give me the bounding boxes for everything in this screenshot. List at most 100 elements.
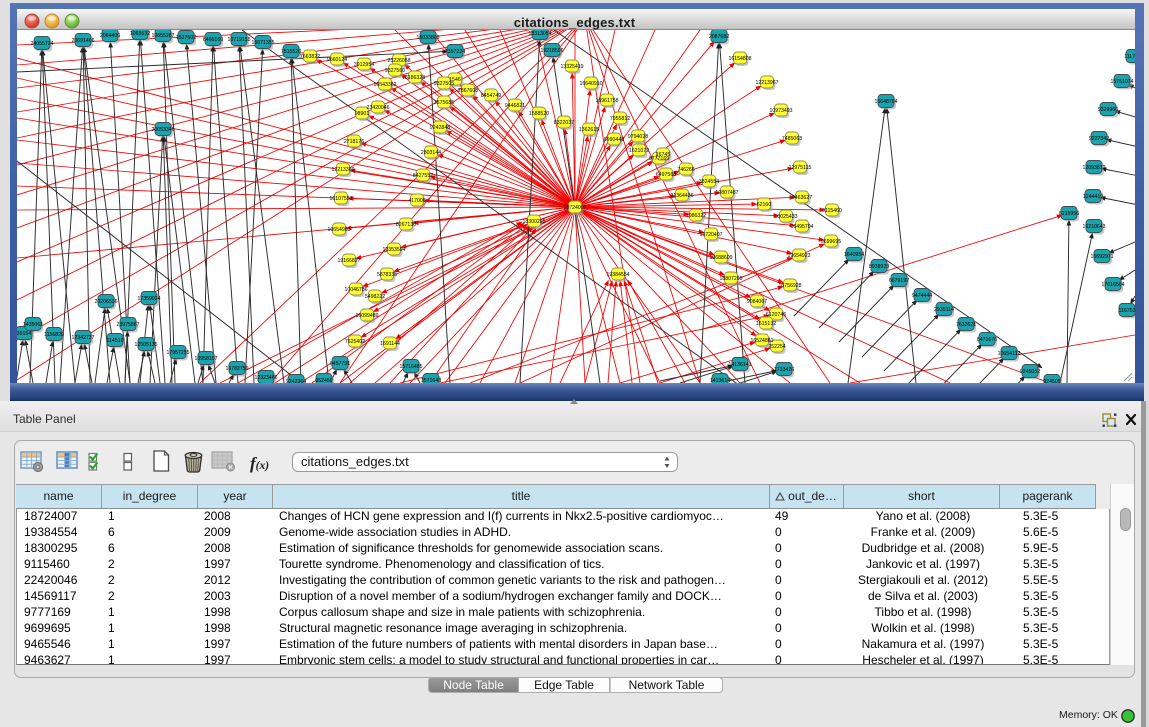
svg-text:952450: 952450: [315, 378, 332, 383]
svg-text:16671355: 16671355: [251, 40, 274, 46]
svg-text:24055724: 24055724: [30, 41, 53, 47]
svg-text:1615132: 1615132: [756, 321, 776, 327]
svg-text:15716485: 15716485: [399, 364, 422, 370]
svg-text:417006: 417006: [408, 198, 425, 204]
svg-text:12213369: 12213369: [331, 167, 354, 173]
svg-text:19654923: 19654923: [787, 253, 810, 259]
svg-text:19218506: 19218506: [540, 48, 563, 54]
svg-text:1065532: 1065532: [130, 31, 150, 37]
svg-text:114519: 114519: [107, 338, 124, 344]
svg-text:6120746: 6120746: [766, 312, 786, 318]
svg-text:39154: 39154: [17, 331, 31, 337]
svg-text:7632621: 7632621: [956, 322, 976, 328]
svg-text:10654983: 10654983: [327, 227, 350, 233]
svg-text:17016504: 17016504: [1101, 282, 1124, 288]
svg-text:23975867: 23975867: [116, 322, 139, 328]
svg-text:9699695: 9699695: [821, 239, 841, 245]
svg-text:9327505: 9327505: [434, 81, 454, 87]
svg-text:16648794: 16648794: [874, 99, 897, 105]
svg-text:9794028: 9794028: [628, 134, 648, 140]
svg-text:8471676: 8471676: [977, 337, 997, 343]
svg-text:16154808: 16154808: [728, 56, 751, 62]
svg-text:6497568: 6497568: [656, 172, 676, 178]
svg-text:1588520: 1588520: [529, 111, 549, 117]
svg-text:252254: 252254: [768, 344, 785, 350]
svg-text:16495794: 16495794: [790, 224, 813, 230]
svg-text:16033809: 16033809: [416, 35, 439, 41]
svg-text:9329966: 9329966: [1098, 107, 1118, 113]
svg-text:16099489: 16099489: [355, 313, 378, 319]
svg-text:1156829: 1156829: [44, 332, 64, 338]
svg-text:9327560: 9327560: [385, 68, 405, 74]
svg-text:6466160: 6466160: [203, 37, 223, 43]
svg-text:9446821: 9446821: [505, 103, 525, 109]
svg-text:10973493: 10973493: [769, 108, 792, 114]
svg-text:20206536: 20206536: [94, 299, 117, 305]
svg-text:3575685: 3575685: [434, 100, 454, 106]
svg-text:18313054: 18313054: [528, 31, 551, 37]
svg-text:16210643: 16210643: [1082, 224, 1105, 230]
svg-text:10654112: 10654112: [998, 351, 1021, 357]
svg-text:12353594: 12353594: [382, 247, 405, 253]
svg-text:1621072: 1621072: [629, 148, 649, 154]
svg-text:12213967: 12213967: [755, 80, 778, 86]
svg-text:20691406: 20691406: [71, 38, 94, 44]
svg-text:8938923: 8938923: [869, 264, 889, 270]
svg-text:9660124: 9660124: [327, 57, 347, 63]
svg-text:14136141: 14136141: [728, 362, 751, 368]
svg-text:2867608: 2867608: [458, 88, 478, 94]
svg-text:10688609: 10688609: [709, 255, 732, 261]
svg-text:19384554: 19384554: [606, 272, 629, 278]
svg-text:2935114: 2935114: [934, 307, 954, 313]
svg-text:13325419: 13325419: [560, 64, 583, 70]
svg-text:1117752: 1117752: [1124, 54, 1135, 60]
svg-text:1571648: 1571648: [421, 378, 441, 383]
svg-text:7515526: 7515526: [281, 49, 301, 55]
svg-text:1733426: 1733426: [774, 367, 794, 373]
svg-text:8322037: 8322037: [554, 120, 574, 126]
svg-text:10719155: 10719155: [227, 37, 250, 43]
svg-text:7357224: 7357224: [445, 49, 465, 55]
svg-text:116753: 116753: [1119, 308, 1135, 314]
svg-text:12505135: 12505135: [134, 342, 157, 348]
svg-text:16543362: 16543362: [373, 82, 396, 88]
svg-text:3912954: 3912954: [354, 62, 374, 68]
svg-text:10025433: 10025433: [774, 214, 797, 220]
svg-text:10807487: 10807487: [715, 190, 738, 196]
svg-text:15720407: 15720407: [699, 232, 722, 238]
svg-text:16745: 16745: [656, 152, 671, 158]
svg-text:8427552: 8427552: [413, 173, 433, 179]
svg-text:746266: 746266: [677, 167, 694, 173]
svg-text:8215956: 8215956: [1059, 211, 1079, 217]
svg-text:7485063: 7485063: [782, 136, 802, 142]
svg-text:7986322: 7986322: [686, 213, 706, 219]
svg-text:3824554: 3824554: [699, 179, 719, 185]
svg-text:62160: 62160: [757, 202, 772, 208]
svg-text:15751074: 15751074: [1110, 79, 1133, 85]
svg-text:7955812: 7955812: [610, 116, 630, 122]
svg-text:10958107: 10958107: [194, 356, 217, 362]
svg-text:12342737: 12342737: [71, 335, 94, 341]
svg-text:12975115: 12975115: [789, 165, 812, 171]
svg-text:1640954: 1640954: [844, 252, 864, 258]
svg-text:1527602: 1527602: [176, 35, 196, 41]
svg-text:8990448: 8990448: [604, 137, 624, 143]
svg-text:7663822: 7663822: [300, 54, 320, 60]
svg-text:19166827: 19166827: [337, 258, 360, 264]
svg-text:12323466: 12323466: [254, 375, 277, 381]
svg-text:9457791: 9457791: [330, 361, 350, 367]
svg-text:17359924: 17359924: [137, 296, 160, 302]
svg-text:7625402: 7625402: [345, 339, 365, 345]
svg-text:18300295: 18300295: [522, 219, 545, 225]
svg-text:9245052: 9245052: [1020, 369, 1040, 375]
svg-text:18807269: 18807269: [719, 276, 742, 282]
svg-text:5498222: 5498222: [365, 294, 385, 300]
svg-text:20053346: 20053346: [151, 127, 174, 133]
svg-text:9242848: 9242848: [430, 125, 450, 131]
svg-text:9084067: 9084067: [747, 299, 767, 305]
svg-text:18724007: 18724007: [563, 205, 586, 211]
svg-text:1435061: 1435061: [23, 322, 43, 328]
svg-text:15692971: 15692971: [1090, 254, 1113, 260]
svg-text:9242364: 9242364: [286, 379, 306, 383]
svg-text:12093872: 12093872: [1082, 165, 1105, 171]
